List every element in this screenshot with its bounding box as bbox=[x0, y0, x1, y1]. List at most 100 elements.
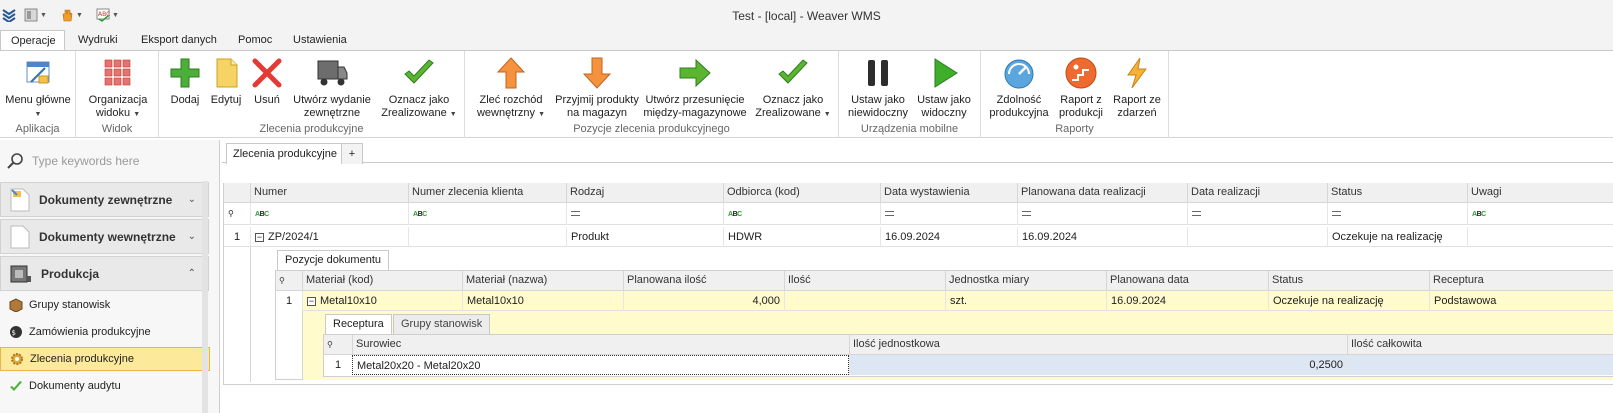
row-index: 1 bbox=[233, 231, 241, 243]
column-header[interactable]: Receptura bbox=[1429, 271, 1613, 291]
table-row[interactable]: 1 Metal20x20 - Metal20x20 0,2500 bbox=[324, 355, 1613, 375]
nav-group-dokumenty-zewnetrzne[interactable]: Dokumenty zewnętrzne ⌄ bbox=[0, 182, 209, 217]
menu-glowne-button[interactable]: Menu główne ▼ bbox=[4, 53, 72, 121]
utworz-wydanie-button[interactable]: Utwórz wydanie zewnętrzne bbox=[289, 53, 375, 120]
ribbon-group-raporty: Zdolność produkcyjna Raport z produkcji … bbox=[981, 51, 1169, 138]
nav-scrollbar[interactable] bbox=[202, 181, 208, 413]
column-header[interactable]: Ilość całkowita bbox=[1347, 335, 1613, 355]
column-header[interactable]: Numer zlecenia klienta bbox=[408, 183, 566, 203]
zlec-rozchod-button[interactable]: Zleć rozchód wewnętrzny ▼ bbox=[471, 53, 551, 121]
collapse-icon[interactable]: − bbox=[255, 232, 264, 242]
column-header[interactable]: Odbiorca (kod) bbox=[723, 183, 880, 203]
column-header[interactable]: Ilość bbox=[784, 271, 945, 291]
column-header[interactable]: Materiał (nazwa) bbox=[462, 271, 623, 291]
column-header[interactable]: Data realizacji bbox=[1187, 183, 1327, 203]
organizacja-widoku-button[interactable]: Organizacja widoku ▼ bbox=[82, 53, 154, 121]
chevron-down-icon: ⌄ bbox=[187, 194, 196, 205]
tab-ustawienia[interactable]: Ustawienia bbox=[283, 30, 357, 51]
column-header[interactable]: Surowiec bbox=[352, 335, 849, 355]
table-row[interactable]: 1 − ZP/2024/1 Produkt HDWR 16.09.2024 16.… bbox=[224, 227, 1613, 247]
tab-wydruki[interactable]: Wydruki bbox=[68, 30, 128, 51]
table-row[interactable]: 1 − Metal10x10 Metal10x10 4,000 szt. 16.0… bbox=[276, 291, 1613, 311]
nav-search[interactable]: Type keywords here bbox=[6, 148, 206, 174]
cell-uwagi[interactable] bbox=[1467, 227, 1613, 247]
cell-planowana-ilosc[interactable]: 4,000 bbox=[623, 291, 784, 311]
filter-cell[interactable]: ABC bbox=[408, 203, 566, 225]
column-header[interactable]: Planowana ilość bbox=[623, 271, 784, 291]
cell-rodzaj[interactable]: Produkt bbox=[566, 227, 723, 247]
cell-data-realizacji[interactable] bbox=[1187, 227, 1327, 247]
cell-odbiorca[interactable]: HDWR bbox=[723, 227, 880, 247]
tab-eksport-danych[interactable]: Eksport danych bbox=[131, 30, 227, 51]
oznacz-zrealizowane-button[interactable]: Oznacz jako Zrealizowane ▼ bbox=[377, 53, 461, 121]
dodaj-button[interactable]: Dodaj bbox=[165, 53, 205, 107]
cell-material-kod[interactable]: − Metal10x10 bbox=[302, 291, 462, 311]
column-header[interactable]: Data wystawienia bbox=[880, 183, 1017, 203]
filter-cell[interactable] bbox=[1327, 203, 1467, 225]
cell-material-nazwa[interactable]: Metal10x10 bbox=[462, 291, 623, 311]
cell-numer[interactable]: − ZP/2024/1 bbox=[250, 227, 408, 247]
nav-group-dokumenty-wewnetrzne[interactable]: Dokumenty wewnętrzne ⌄ bbox=[0, 219, 209, 254]
raport-zdarzen-button[interactable]: Raport ze zdarzeń bbox=[1109, 53, 1165, 120]
edytuj-button[interactable]: Edytuj bbox=[207, 53, 245, 107]
oznacz-zrealizowane-label: Oznacz jako Zrealizowane bbox=[381, 94, 450, 119]
column-header[interactable]: Ilość jednostkowa bbox=[849, 335, 1347, 355]
tab-grupy-stanowisk[interactable]: Grupy stanowisk bbox=[393, 314, 491, 334]
utworz-przesuniecie-button[interactable]: Utwórz przesunięcie między-magazynowe bbox=[643, 53, 747, 120]
oznacz-pozycje-zrealizowane-button[interactable]: Oznacz jako Zrealizowane ▼ bbox=[751, 53, 835, 121]
zdolnosc-produkcyjna-button[interactable]: Zdolność produkcyjna bbox=[987, 53, 1051, 120]
cell-jednostka[interactable]: szt. bbox=[945, 291, 1106, 311]
column-header[interactable]: Jednostka miary bbox=[945, 271, 1106, 291]
tab-operacje[interactable]: Operacje bbox=[0, 30, 65, 51]
column-header[interactable]: Rodzaj bbox=[566, 183, 723, 203]
tab-receptura[interactable]: Receptura bbox=[325, 314, 392, 334]
nav-item-dokumenty-audytu[interactable]: Dokumenty audytu bbox=[0, 374, 210, 398]
column-header[interactable]: Status bbox=[1268, 271, 1429, 291]
collapse-icon[interactable]: − bbox=[307, 296, 316, 306]
nav-item-grupy-stanowisk[interactable]: Grupy stanowisk bbox=[0, 293, 210, 317]
filter-cell[interactable] bbox=[1187, 203, 1327, 225]
ustaw-widoczny-button[interactable]: Ustaw jako widoczny bbox=[913, 53, 975, 120]
add-tab-button[interactable]: + bbox=[341, 143, 363, 164]
nav-item-zlecenia-produkcyjne[interactable]: Zlecenia produkcyjne bbox=[0, 347, 210, 371]
tab-pozycje-dokumentu[interactable]: Pozycje dokumentu bbox=[277, 250, 389, 270]
cell-receptura[interactable]: Podstawowa bbox=[1429, 291, 1613, 311]
nav-group-produkcja[interactable]: Produkcja ⌃ bbox=[0, 256, 209, 291]
usun-button[interactable]: Usuń bbox=[249, 53, 285, 107]
cell-status[interactable]: Oczekuje na realizację bbox=[1327, 227, 1467, 247]
nav-item-zamowienia-produkcyjne[interactable]: $ Zamówienia produkcyjne bbox=[0, 320, 210, 344]
cell-planowana-data[interactable]: 16.09.2024 bbox=[1017, 227, 1187, 247]
search-input[interactable]: Type keywords here bbox=[32, 154, 139, 168]
column-header[interactable]: Numer bbox=[250, 183, 408, 203]
filter-cell[interactable]: ABC bbox=[1467, 203, 1613, 225]
cell-planowana-data[interactable]: 16.09.2024 bbox=[1106, 291, 1268, 311]
cell-ilosc-calkowita[interactable] bbox=[1347, 355, 1613, 375]
arrow-up-icon bbox=[496, 57, 526, 89]
ustaw-niewidoczny-button[interactable]: Ustaw jako niewidoczny bbox=[845, 53, 911, 120]
cell-data-wystawienia[interactable]: 16.09.2024 bbox=[880, 227, 1017, 247]
cell-ilosc-jednostkowa[interactable]: 0,2500 bbox=[849, 355, 1347, 375]
filter-cell[interactable]: ABC bbox=[723, 203, 880, 225]
cell-ilosc[interactable] bbox=[784, 291, 945, 311]
cell-surowiec[interactable]: Metal20x20 - Metal20x20 bbox=[352, 355, 849, 375]
tab-pomoc[interactable]: Pomoc bbox=[228, 30, 282, 51]
column-header[interactable]: Planowana data bbox=[1106, 271, 1268, 291]
svg-text:$: $ bbox=[12, 329, 16, 337]
column-header[interactable]: Status bbox=[1327, 183, 1467, 203]
column-header[interactable]: Uwagi bbox=[1467, 183, 1613, 203]
title-bar: ▼ ▼ ABC ▼ Test - [local] - Weaver WMS bbox=[0, 0, 1613, 30]
filter-cell[interactable] bbox=[880, 203, 1017, 225]
checkmark-icon bbox=[10, 381, 22, 391]
przyjmij-produkty-button[interactable]: Przyjmij produkty na magazyn bbox=[553, 53, 641, 120]
raport-produkcji-button[interactable]: Raport z produkcji bbox=[1053, 53, 1109, 120]
filter-cell[interactable]: ABC bbox=[250, 203, 408, 225]
cell-numer-klienta[interactable] bbox=[408, 227, 566, 247]
cell-status[interactable]: Oczekuje na realizację bbox=[1268, 291, 1429, 311]
column-header[interactable]: Planowana data realizacji bbox=[1017, 183, 1187, 203]
search-icon bbox=[7, 153, 23, 169]
tab-zlecenia-produkcyjne[interactable]: Zlecenia produkcyjne bbox=[226, 143, 344, 164]
filter-cell[interactable] bbox=[566, 203, 723, 225]
column-header[interactable]: Materiał (kod) bbox=[302, 271, 462, 291]
lightning-icon bbox=[1127, 57, 1147, 89]
filter-cell[interactable] bbox=[1017, 203, 1187, 225]
